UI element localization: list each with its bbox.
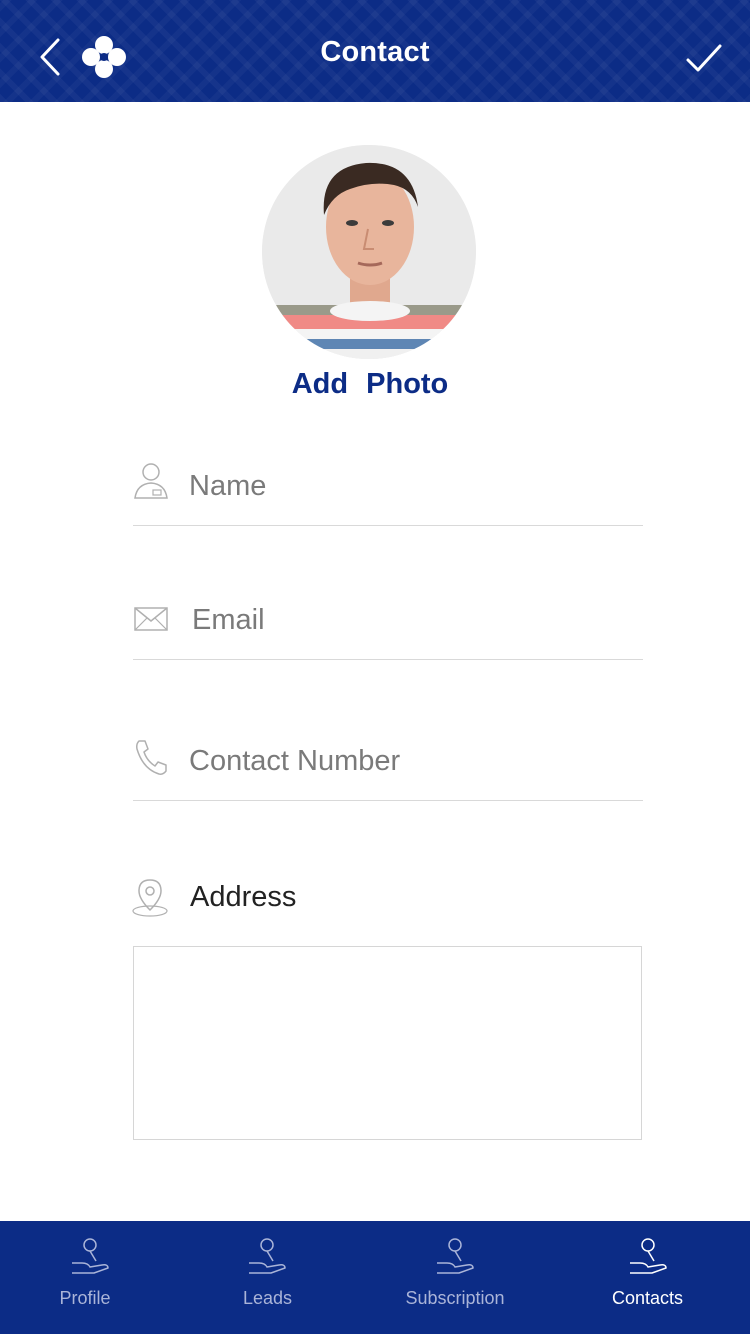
email-field-group — [133, 592, 643, 662]
name-divider — [133, 525, 643, 526]
map-pin-icon — [132, 879, 168, 917]
hand-key-icon — [249, 1238, 286, 1274]
hand-key-icon — [72, 1238, 109, 1274]
address-textarea[interactable] — [133, 946, 642, 1140]
checkmark-icon[interactable] — [684, 40, 724, 76]
phone-field-group — [133, 733, 643, 803]
address-label: Address — [190, 881, 297, 913]
email-divider — [133, 659, 643, 660]
tab-contacts[interactable]: Contacts — [545, 1221, 750, 1334]
add-photo-button[interactable]: Add Photo — [0, 368, 740, 401]
name-field-group — [133, 458, 643, 528]
avatar-photo — [262, 145, 476, 359]
avatar[interactable] — [262, 145, 476, 359]
envelope-icon — [134, 607, 168, 631]
name-input[interactable] — [189, 458, 639, 514]
phone-icon — [136, 740, 167, 775]
hand-key-icon — [437, 1238, 474, 1274]
person-icon — [134, 463, 168, 499]
bottom-tab-bar: Profile Leads Subscription Contacts — [0, 1221, 750, 1334]
email-input[interactable] — [192, 592, 642, 648]
tab-label: Leads — [242, 1288, 293, 1308]
phone-divider — [133, 800, 643, 801]
tab-label: Profile — [59, 1288, 111, 1308]
tab-label: Contacts — [611, 1288, 684, 1308]
tab-leads[interactable]: Leads — [170, 1221, 365, 1334]
tab-subscription[interactable]: Subscription — [365, 1221, 545, 1334]
tab-label: Subscription — [405, 1288, 505, 1308]
hand-key-icon — [630, 1238, 667, 1274]
tab-profile[interactable]: Profile — [0, 1221, 170, 1334]
contact-number-input[interactable] — [189, 733, 639, 789]
top-nav-bar: Contact — [0, 0, 750, 102]
page-title: Contact — [320, 36, 430, 68]
